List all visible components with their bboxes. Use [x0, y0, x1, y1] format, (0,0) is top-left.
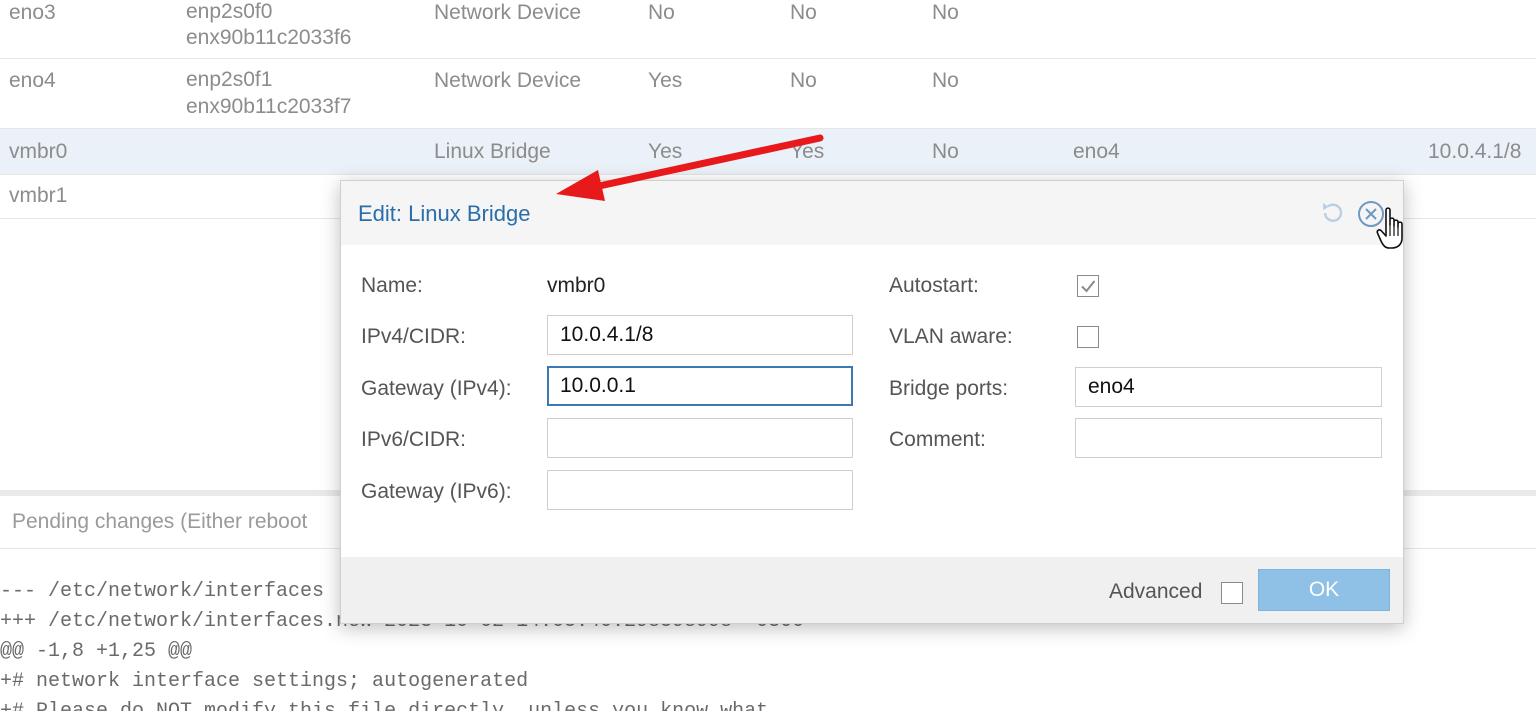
comment-label: Comment: [889, 428, 986, 451]
table-row[interactable]: eno4 enp2s0f1 enx90b11c2033f7 Network De… [0, 58, 1536, 129]
name-label: Name: [361, 274, 423, 297]
dialog-body: Name: vmbr0 IPv4/CIDR: 10.0.4.1/8 Gatewa… [341, 245, 1403, 557]
gateway-ipv4-input[interactable]: 10.0.0.1 [547, 366, 853, 406]
dialog-title: Edit: Linux Bridge [358, 201, 531, 226]
cell-vlan: No [932, 69, 959, 92]
cell-autostart: No [790, 69, 817, 92]
cell-type: Linux Bridge [434, 140, 551, 163]
gateway-ipv4-label: Gateway (IPv4): [361, 377, 512, 400]
diff-line: @@ -1,8 +1,25 @@ [0, 640, 193, 663]
comment-input[interactable] [1075, 418, 1382, 458]
edit-linux-bridge-dialog: Edit: Linux Bridge Name: vmbr0 IPv4/CIDR… [340, 180, 1404, 624]
pending-changes-title: Pending changes (Either reboot [12, 510, 308, 533]
table-row[interactable]: eno3 enp2s0f0 enx90b11c2033f6 Network De… [0, 0, 1536, 59]
cell-altname: enp2s0f1 [186, 68, 273, 91]
advanced-checkbox[interactable] [1221, 582, 1243, 604]
bridge-ports-input[interactable]: eno4 [1075, 367, 1382, 407]
bridge-ports-label: Bridge ports: [889, 377, 1009, 400]
cell-name: vmbr1 [9, 184, 68, 207]
name-value: vmbr0 [547, 274, 606, 297]
cell-active: Yes [648, 69, 683, 92]
checkmark-icon [1081, 280, 1096, 293]
hand-cursor-icon [1376, 207, 1403, 249]
cell-vlan: No [932, 140, 959, 163]
dialog-footer: Advanced OK [341, 557, 1403, 623]
gateway-ipv6-label: Gateway (IPv6): [361, 480, 512, 503]
diff-line: +# Please do NOT modify this file direct… [0, 700, 768, 711]
cell-cidr: 10.0.4.1/8 [1428, 140, 1522, 163]
cell-name: eno3 [9, 1, 56, 24]
cell-active: Yes [648, 140, 683, 163]
autostart-checkbox[interactable] [1077, 275, 1099, 297]
cell-type: Network Device [434, 69, 582, 92]
cell-active: No [648, 1, 675, 24]
ipv6-cidr-input[interactable] [547, 418, 853, 458]
gateway-ipv6-input[interactable] [547, 470, 853, 510]
cell-name: vmbr0 [9, 140, 68, 163]
diff-line: +# network interface settings; autogener… [0, 670, 529, 693]
cell-altname: enx90b11c2033f7 [186, 95, 352, 118]
cell-autostart: Yes [790, 140, 825, 163]
diff-line: --- /etc/network/interfaces [0, 580, 325, 603]
ipv4-cidr-input[interactable]: 10.0.4.1/8 [547, 315, 853, 355]
ok-button[interactable]: OK [1258, 569, 1390, 611]
vlan-aware-checkbox[interactable] [1077, 326, 1099, 348]
cell-vlan: No [932, 1, 959, 24]
cell-type: Network Device [434, 1, 582, 24]
ipv4-cidr-label: IPv4/CIDR: [361, 325, 467, 348]
cell-name: eno4 [9, 69, 56, 92]
dialog-header: Edit: Linux Bridge [341, 181, 1403, 245]
ipv6-cidr-label: IPv6/CIDR: [361, 428, 467, 451]
advanced-label: Advanced [1109, 580, 1203, 603]
cell-ports: eno4 [1073, 140, 1120, 163]
cell-altname: enx90b11c2033f6 [186, 26, 352, 49]
table-row-selected[interactable]: vmbr0 Linux Bridge Yes Yes No eno4 10.0.… [0, 129, 1536, 175]
cell-altname: enp2s0f0 [186, 0, 273, 23]
vlan-aware-label: VLAN aware: [889, 325, 1013, 348]
autostart-label: Autostart: [889, 274, 979, 297]
cell-autostart: No [790, 1, 817, 24]
reset-icon[interactable] [1319, 200, 1345, 226]
